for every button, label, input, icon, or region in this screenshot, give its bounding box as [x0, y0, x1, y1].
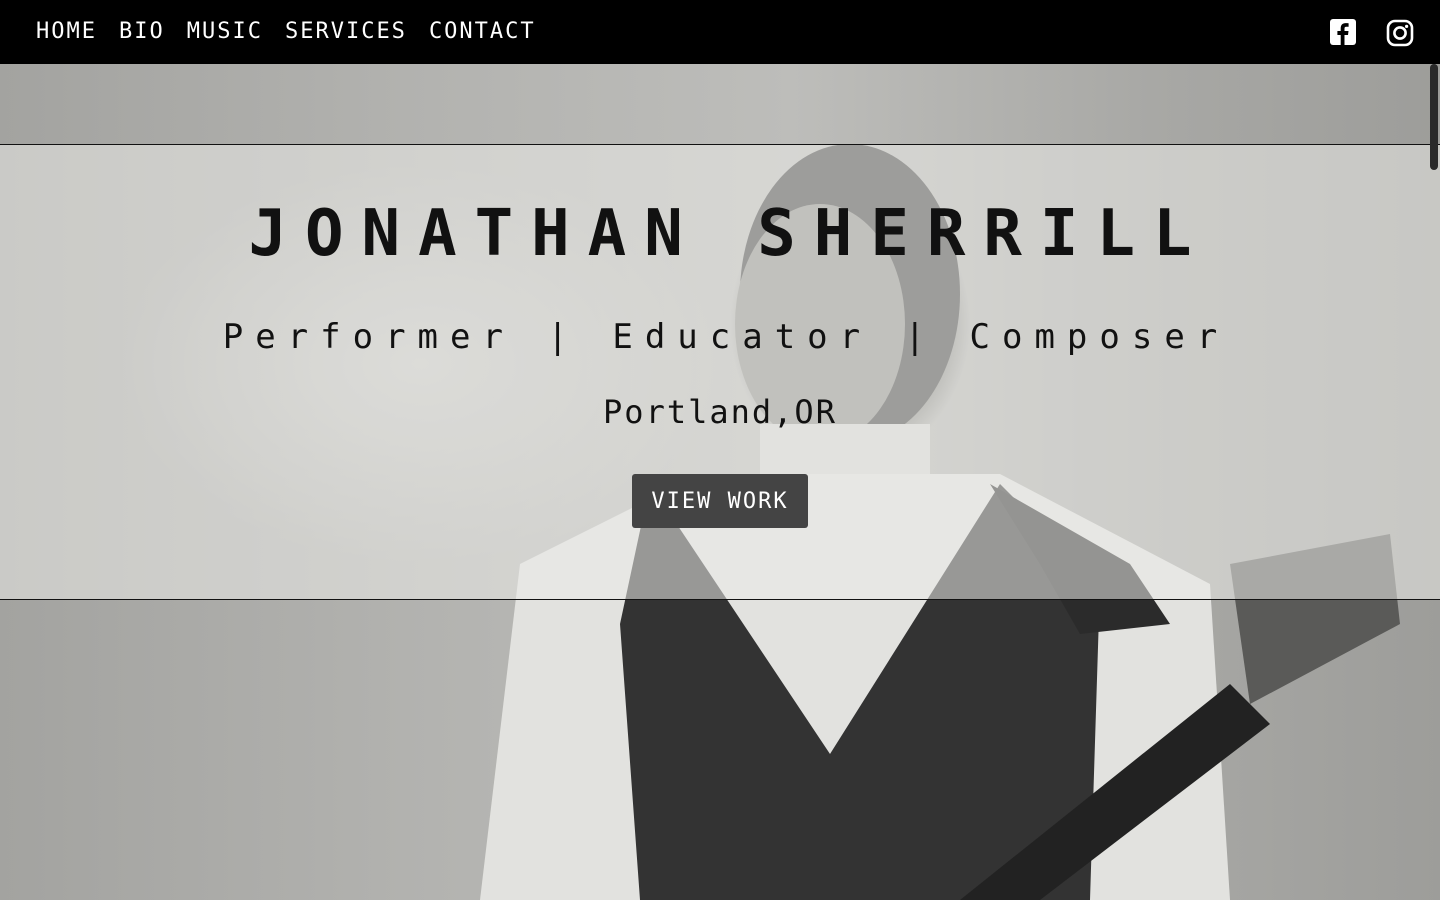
page-scrollbar[interactable]: [1430, 64, 1438, 170]
view-work-button[interactable]: VIEW WORK: [632, 474, 808, 528]
top-navigation-bar: HOME BIO MUSIC SERVICES CONTACT: [0, 0, 1440, 64]
nav-home[interactable]: HOME: [36, 0, 97, 64]
artist-name: JONATHAN SHERRILL: [248, 197, 1210, 271]
nav-music[interactable]: MUSIC: [187, 0, 263, 64]
hero-panel: JONATHAN SHERRILL Performer | Educator |…: [0, 144, 1440, 600]
nav-contact[interactable]: CONTACT: [429, 0, 536, 64]
social-links: [1330, 19, 1414, 47]
main-nav: HOME BIO MUSIC SERVICES CONTACT: [36, 0, 558, 64]
artist-roles: Performer | Educator | Composer: [222, 317, 1230, 357]
instagram-icon[interactable]: [1386, 19, 1414, 47]
artist-location: Portland,OR: [603, 393, 837, 431]
nav-bio[interactable]: BIO: [119, 0, 165, 64]
nav-services[interactable]: SERVICES: [285, 0, 407, 64]
facebook-icon[interactable]: [1330, 19, 1356, 45]
